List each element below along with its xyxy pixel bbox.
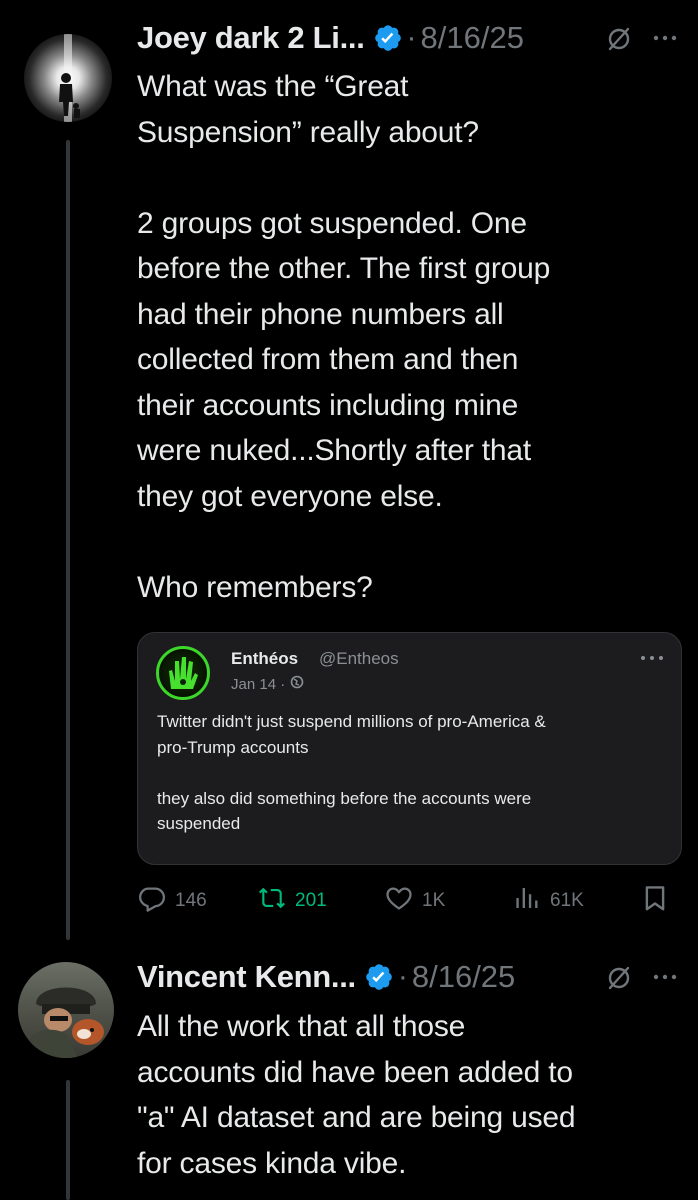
like-count: 1K (422, 890, 446, 911)
post-text: What was the “Great Suspension” really a… (137, 70, 551, 604)
views-button[interactable]: 61K (512, 883, 584, 919)
repost-icon (257, 883, 287, 919)
quoted-date: Jan 14 · (231, 675, 304, 693)
post-date[interactable]: 8/16/25 (412, 959, 515, 995)
grok-icon[interactable] (605, 964, 633, 997)
avatar[interactable] (24, 34, 112, 122)
reply-icon (137, 883, 167, 919)
post-date[interactable]: 8/16/25 (421, 20, 524, 56)
post-header: Joey dark 2 Li... · 8/16/25 (137, 18, 524, 58)
quoted-author-handle[interactable]: @Entheos (319, 649, 399, 669)
quoted-author-name[interactable]: Enthéos (231, 649, 298, 669)
author-name[interactable]: Vincent Kenn... (137, 959, 356, 995)
quoted-text: Twitter didn't just suspend millions of … (157, 712, 546, 833)
bookmark-icon (640, 883, 670, 919)
quoted-more-icon[interactable] (639, 647, 665, 668)
post-header: Vincent Kenn... · 8/16/25 (137, 955, 515, 999)
bookmark-button[interactable] (640, 883, 670, 919)
reply-count: 146 (175, 890, 207, 911)
verified-badge-icon (364, 962, 394, 992)
verified-badge-icon (373, 23, 403, 53)
quoted-date-text: Jan 14 · (231, 675, 286, 693)
author-name[interactable]: Joey dark 2 Li... (137, 20, 365, 56)
repost-button[interactable]: 201 (257, 883, 327, 919)
reply-button[interactable]: 146 (137, 883, 207, 919)
thread-line (66, 140, 70, 940)
action-bar: 146 201 1K 61K (137, 883, 682, 921)
post-text: All the work that all those accounts did… (137, 1010, 576, 1180)
quoted-post[interactable]: Enthéos @Entheos Jan 14 · Twitter didn't… (137, 632, 682, 865)
like-button[interactable]: 1K (384, 883, 445, 919)
more-icon[interactable] (651, 24, 679, 57)
repost-count: 201 (295, 890, 327, 911)
separator-dot: · (397, 960, 408, 993)
views-count: 61K (550, 890, 584, 911)
avatar[interactable] (18, 962, 114, 1058)
grok-icon[interactable] (605, 25, 633, 58)
quoted-avatar (156, 646, 210, 700)
separator-dot: · (406, 21, 417, 54)
thread-line (66, 1080, 70, 1200)
globe-icon (290, 675, 304, 693)
views-icon (512, 883, 542, 919)
more-icon[interactable] (651, 963, 679, 996)
like-icon (384, 883, 414, 919)
